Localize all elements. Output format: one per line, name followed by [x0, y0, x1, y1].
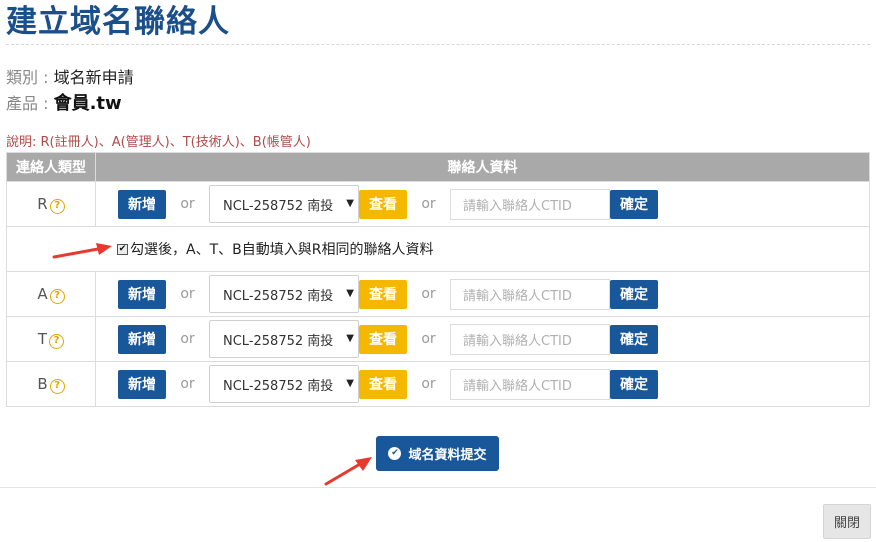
autofill-row: ✔ 勾選後，A、T、B自動填入與R相同的聯絡人資料	[6, 226, 870, 272]
check-circle-icon: ✔	[388, 447, 402, 460]
title-divider	[6, 44, 870, 45]
confirm-button[interactable]: 確定	[610, 279, 658, 309]
add-contact-button[interactable]: 新增	[118, 369, 166, 399]
contact-select-value: NCL-258752 南投	[223, 198, 334, 214]
or-label: or	[180, 331, 195, 347]
header-contact-info: 聯絡人資料	[95, 152, 870, 182]
header-contact-type: 連絡人類型	[6, 152, 96, 182]
or-label: or	[180, 376, 195, 392]
contact-select-value: NCL-258752 南投	[223, 288, 334, 304]
type-cell: R?	[6, 181, 96, 227]
arrow-icon	[324, 457, 372, 486]
contact-select[interactable]: NCL-258752 南投 ▼	[209, 185, 359, 223]
product-value: 會員.tw	[53, 93, 122, 114]
contact-cell: 新增 or NCL-258752 南投 ▼ 查看 or 請輸入聯絡人CTID 確定	[95, 361, 870, 407]
confirm-button[interactable]: 確定	[610, 324, 658, 354]
caret-down-icon: ▼	[342, 198, 354, 209]
view-button[interactable]: 查看	[359, 279, 407, 309]
confirm-button[interactable]: 確定	[610, 189, 658, 219]
view-button[interactable]: 查看	[359, 189, 407, 219]
category-value: 域名新申請	[53, 68, 134, 87]
autofill-checkbox[interactable]: ✔	[117, 243, 128, 255]
contact-cell: 新增 or NCL-258752 南投 ▼ 查看 or 請輸入聯絡人CTID 確定	[95, 271, 870, 317]
caret-down-icon: ▼	[342, 378, 354, 389]
add-contact-button[interactable]: 新增	[118, 279, 166, 309]
footer-divider	[0, 487, 876, 488]
contact-cell: 新增 or NCL-258752 南投 ▼ 查看 or 請輸入聯絡人CTID 確定	[95, 181, 870, 227]
page-title: 建立域名聯絡人	[6, 4, 230, 40]
category-label: 類別 :	[6, 68, 54, 87]
category-line: 類別 : 域名新申請	[6, 67, 134, 89]
type-label: A	[37, 284, 48, 303]
contact-select[interactable]: NCL-258752 南投 ▼	[209, 320, 359, 358]
contact-select-value: NCL-258752 南投	[223, 333, 334, 349]
product-label: 產品 :	[6, 94, 54, 113]
submit-domain-button[interactable]: ✔ 域名資料提交	[376, 436, 499, 471]
help-icon[interactable]: ?	[49, 378, 65, 394]
close-button[interactable]: 關閉	[823, 504, 871, 539]
autofill-cell: ✔ 勾選後，A、T、B自動填入與R相同的聯絡人資料	[6, 226, 870, 272]
ctid-input[interactable]: 請輸入聯絡人CTID	[450, 368, 610, 400]
or-label: or	[421, 331, 436, 347]
type-label: B	[37, 374, 48, 393]
caret-down-icon: ▼	[342, 333, 354, 344]
table-row: B? 新增 or NCL-258752 南投 ▼ 查看 or 請輸入聯絡人CTID…	[6, 361, 870, 407]
or-label: or	[421, 376, 436, 392]
arrow-icon	[52, 243, 112, 259]
ctid-input[interactable]: 請輸入聯絡人CTID	[450, 323, 610, 355]
legend-note: 說明: R(註冊人)、A(管理人)、T(技術人)、B(帳管人)	[6, 135, 311, 150]
type-label: R	[37, 194, 48, 213]
type-label: T	[37, 329, 48, 348]
contact-select-value: NCL-258752 南投	[223, 378, 334, 394]
ctid-input[interactable]: 請輸入聯絡人CTID	[450, 188, 610, 220]
submit-label: 域名資料提交	[408, 448, 487, 463]
add-contact-button[interactable]: 新增	[118, 324, 166, 354]
or-label: or	[421, 286, 436, 302]
type-cell: T?	[6, 316, 96, 362]
ctid-input[interactable]: 請輸入聯絡人CTID	[450, 278, 610, 310]
view-button[interactable]: 查看	[359, 369, 407, 399]
autofill-label: 勾選後，A、T、B自動填入與R相同的聯絡人資料	[130, 242, 434, 258]
add-contact-button[interactable]: 新增	[118, 189, 166, 219]
contacts-table: 連絡人類型 聯絡人資料 R? 新增 or NCL-258752 南投 ▼ 查看 o…	[6, 152, 870, 407]
help-icon[interactable]: ?	[49, 288, 65, 304]
product-line: 產品 : 會員.tw	[6, 93, 122, 115]
table-row: A? 新增 or NCL-258752 南投 ▼ 查看 or 請輸入聯絡人CTID…	[6, 271, 870, 317]
type-cell: B?	[6, 361, 96, 407]
or-label: or	[421, 196, 436, 212]
table-row: R? 新增 or NCL-258752 南投 ▼ 查看 or 請輸入聯絡人CTID…	[6, 181, 870, 227]
contact-cell: 新增 or NCL-258752 南投 ▼ 查看 or 請輸入聯絡人CTID 確定	[95, 316, 870, 362]
help-icon[interactable]: ?	[49, 333, 65, 349]
or-label: or	[180, 286, 195, 302]
help-icon[interactable]: ?	[49, 198, 65, 214]
confirm-button[interactable]: 確定	[610, 369, 658, 399]
table-row: T? 新增 or NCL-258752 南投 ▼ 查看 or 請輸入聯絡人CTID…	[6, 316, 870, 362]
type-cell: A?	[6, 271, 96, 317]
contact-select[interactable]: NCL-258752 南投 ▼	[209, 275, 359, 313]
contact-select[interactable]: NCL-258752 南投 ▼	[209, 365, 359, 403]
caret-down-icon: ▼	[342, 288, 354, 299]
view-button[interactable]: 查看	[359, 324, 407, 354]
or-label: or	[180, 196, 195, 212]
